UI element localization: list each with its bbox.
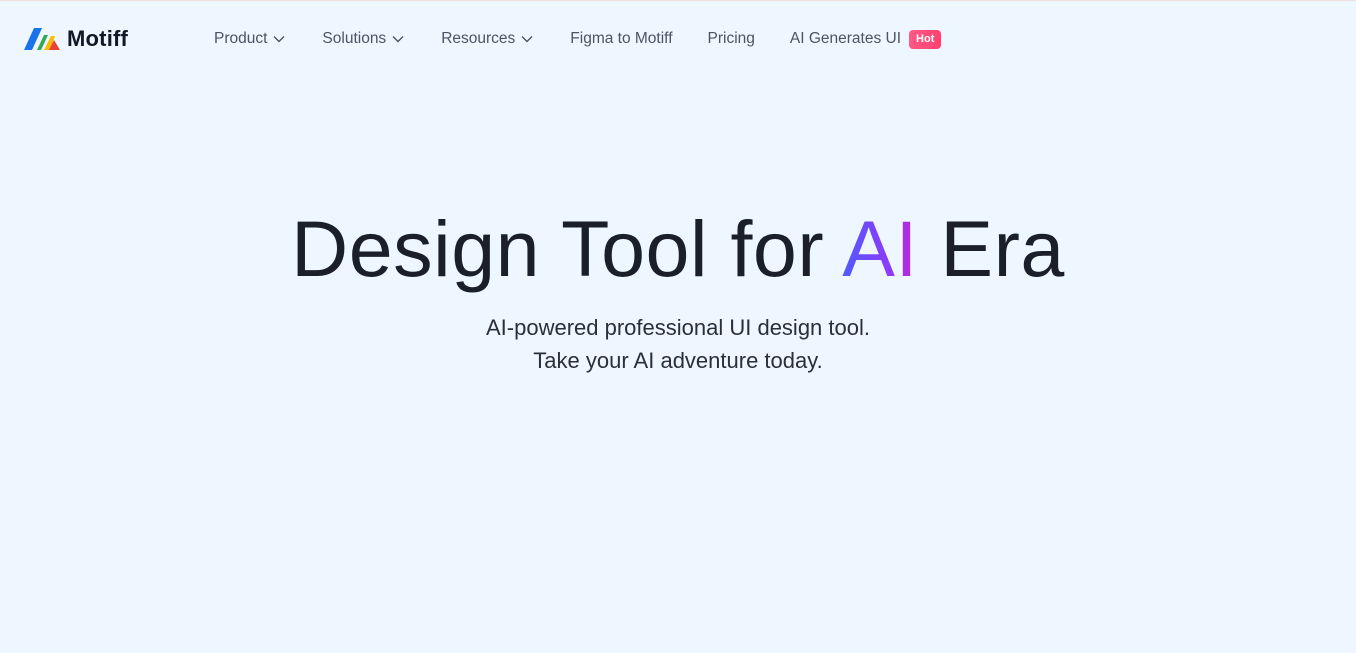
chevron-down-icon [273, 36, 285, 43]
logo-link[interactable]: Motiff [24, 25, 128, 53]
main-nav: Product Solutions Resources Figma to Mot… [214, 27, 942, 51]
hot-badge: Hot [909, 29, 942, 49]
nav-item-product[interactable]: Product [214, 30, 285, 48]
nav-item-pricing[interactable]: Pricing [708, 30, 755, 48]
nav-label: Resources [441, 30, 516, 47]
nav-item-resources[interactable]: Resources [441, 30, 533, 48]
nav-label: AI Generates UI [789, 30, 902, 47]
hero-subtitle-line-2: Take your AI adventure today. [533, 348, 823, 373]
hero-subtitle-line-1: AI-powered professional UI design tool. [486, 315, 870, 340]
hero-title: Design Tool for AI Era [0, 201, 1356, 297]
brand-name: Motiff [67, 26, 129, 51]
motiff-logo-icon [24, 28, 60, 50]
nav-item-ai-generates-ui[interactable]: AI Generates UI Hot [789, 29, 942, 49]
navbar: Motiff Product Solutions Resources Figma… [0, 1, 1356, 77]
nav-label: Figma to Motiff [570, 30, 673, 47]
nav-item-figma-to-motiff[interactable]: Figma to Motiff [570, 30, 672, 48]
hero-title-after: Era [917, 204, 1065, 293]
hero-subtitle: AI-powered professional UI design tool. … [0, 311, 1356, 377]
nav-label: Pricing [707, 30, 755, 47]
nav-item-solutions[interactable]: Solutions [322, 30, 404, 48]
chevron-down-icon [521, 36, 533, 43]
nav-label: Product [214, 30, 268, 47]
nav-label: Solutions [322, 30, 387, 47]
hero-title-highlight: AI [842, 204, 918, 293]
hero-title-before: Design Tool for [291, 204, 843, 293]
page: Motiff Product Solutions Resources Figma… [0, 0, 1356, 653]
chevron-down-icon [392, 36, 404, 43]
